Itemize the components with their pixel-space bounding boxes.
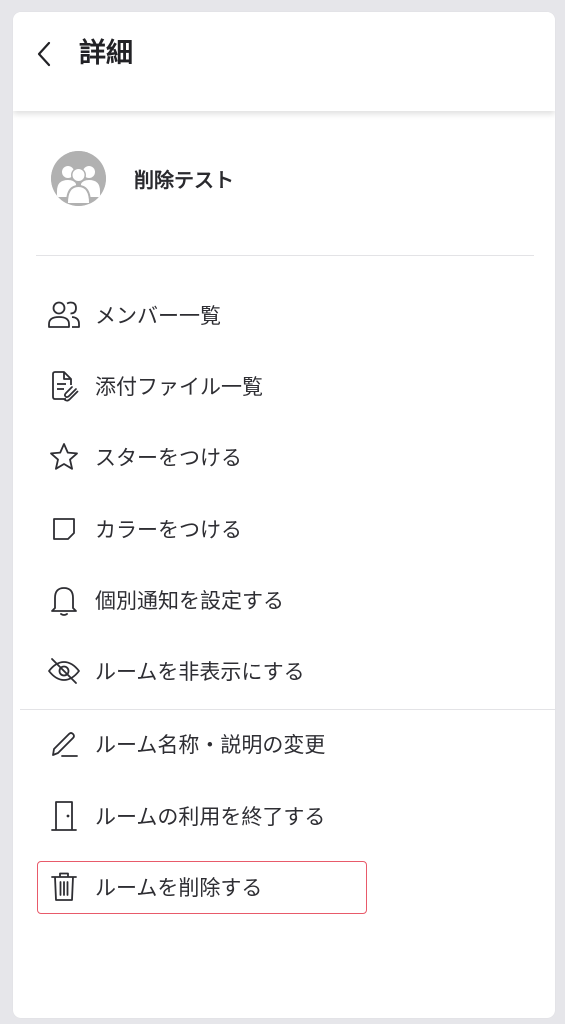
star-icon bbox=[47, 440, 81, 474]
menu-item-star[interactable]: スターをつける bbox=[37, 432, 537, 482]
delete-room-highlight bbox=[37, 861, 367, 914]
back-button[interactable] bbox=[27, 36, 63, 72]
group-avatar-icon bbox=[51, 150, 106, 206]
members-icon bbox=[47, 298, 81, 332]
divider bbox=[20, 709, 555, 710]
menu-item-label: カラーをつける bbox=[95, 518, 242, 542]
menu-item-label: ルーム名称・説明の変更 bbox=[95, 733, 326, 757]
menu-item-label: 添付ファイル一覧 bbox=[95, 375, 263, 399]
divider bbox=[36, 255, 534, 256]
note-color-icon bbox=[47, 512, 81, 546]
room-info: 削除テスト bbox=[51, 150, 521, 206]
menu-item-label: メンバー一覧 bbox=[95, 304, 221, 328]
bell-icon bbox=[47, 583, 81, 617]
door-icon bbox=[47, 799, 81, 833]
page-title: 詳細 bbox=[79, 38, 133, 69]
menu-item-edit-room[interactable]: ルーム名称・説明の変更 bbox=[37, 719, 537, 769]
header-bar: 詳細 bbox=[13, 12, 555, 111]
menu-item-label: スターをつける bbox=[95, 446, 242, 470]
menu-item-label: ルームを非表示にする bbox=[95, 660, 305, 684]
attachment-file-icon bbox=[47, 369, 81, 403]
menu-item-label: 個別通知を設定する bbox=[95, 589, 284, 613]
room-name: 削除テスト bbox=[134, 167, 234, 192]
menu-item-hide-room[interactable]: ルームを非表示にする bbox=[37, 646, 537, 696]
pencil-icon bbox=[47, 727, 81, 761]
menu-item-notification[interactable]: 個別通知を設定する bbox=[37, 575, 537, 625]
detail-panel: 詳細 削除テスト メンバー一覧 添付ファイル一覧 スターをつける カラーをつける… bbox=[13, 12, 555, 1018]
menu-item-color[interactable]: カラーをつける bbox=[37, 504, 537, 554]
menu-item-leave-room[interactable]: ルームの利用を終了する bbox=[37, 791, 537, 841]
eye-off-icon bbox=[47, 654, 81, 688]
menu-item-members[interactable]: メンバー一覧 bbox=[37, 290, 537, 340]
chevron-left-icon bbox=[35, 40, 55, 68]
menu-item-attachments[interactable]: 添付ファイル一覧 bbox=[37, 361, 537, 411]
menu-item-label: ルームの利用を終了する bbox=[95, 805, 326, 829]
